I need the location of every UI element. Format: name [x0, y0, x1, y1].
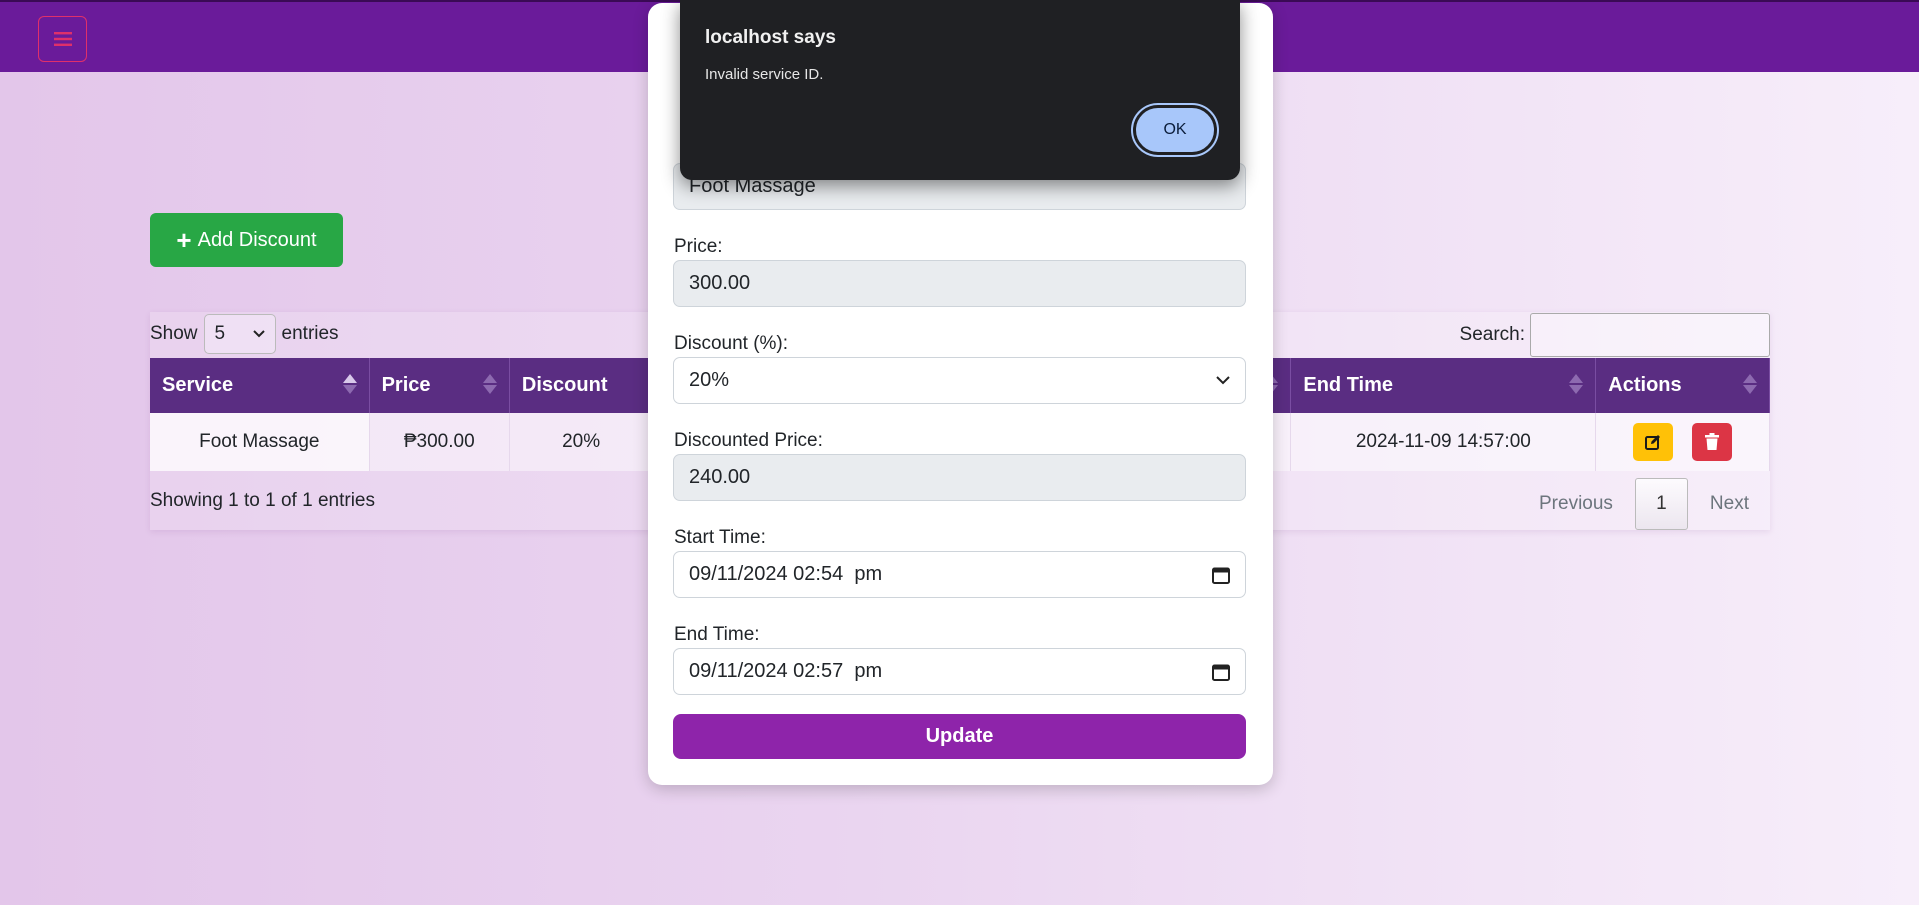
- start-time-value: 09/11/2024 02:54 pm: [689, 563, 883, 585]
- entries-label: entries: [281, 323, 339, 344]
- add-discount-button[interactable]: + Add Discount: [150, 213, 343, 267]
- discounted-price-field[interactable]: 240.00: [673, 454, 1246, 501]
- entries-length-control: Show 5 entries: [150, 314, 339, 354]
- hamburger-menu-button[interactable]: [38, 16, 87, 62]
- column-header-discount[interactable]: Discount: [509, 358, 654, 413]
- browser-alert-dialog: localhost says Invalid service ID. OK: [680, 0, 1240, 180]
- page-1-button[interactable]: 1: [1634, 478, 1688, 530]
- cell-discount: 20%: [509, 413, 654, 471]
- search-input[interactable]: [1530, 313, 1770, 357]
- plus-icon: +: [176, 225, 192, 255]
- discount-label: Discount (%):: [674, 333, 789, 354]
- search-label: Search:: [1459, 324, 1525, 345]
- discount-select[interactable]: 20%: [673, 357, 1246, 404]
- price-value: 300.00: [689, 272, 751, 294]
- chevron-down-icon: [1216, 376, 1230, 385]
- start-time-input[interactable]: 09/11/2024 02:54 pm: [673, 551, 1246, 598]
- calendar-icon[interactable]: [1212, 663, 1230, 681]
- price-label: Price:: [674, 236, 723, 257]
- column-header-actions[interactable]: Actions: [1595, 358, 1770, 413]
- discounted-price-label: Discounted Price:: [674, 430, 823, 451]
- cell-end-time: 2024-11-09 14:57:00: [1290, 413, 1597, 471]
- cell-actions: [1595, 413, 1770, 471]
- next-page-button[interactable]: Next: [1688, 493, 1771, 515]
- sort-icon: [1569, 374, 1584, 394]
- price-field[interactable]: 300.00: [673, 260, 1246, 307]
- edit-button[interactable]: [1633, 423, 1673, 461]
- discounted-price-value: 240.00: [689, 466, 751, 488]
- calendar-icon[interactable]: [1212, 566, 1230, 584]
- show-label: Show: [150, 323, 198, 344]
- entries-select-value: 5: [214, 323, 226, 344]
- hamburger-icon: [53, 32, 72, 46]
- entries-select[interactable]: 5: [203, 314, 276, 354]
- trash-icon: [1705, 433, 1720, 450]
- cell-service: Foot Massage: [150, 413, 370, 471]
- start-time-label: Start Time:: [674, 527, 766, 548]
- alert-ok-button[interactable]: OK: [1131, 103, 1219, 157]
- sort-icon: [1743, 374, 1757, 394]
- search-control: Search:: [1460, 313, 1770, 357]
- update-button[interactable]: Update: [673, 714, 1246, 759]
- delete-button[interactable]: [1692, 423, 1733, 461]
- previous-page-button[interactable]: Previous: [1517, 493, 1635, 515]
- alert-message: Invalid service ID.: [705, 66, 824, 83]
- edit-icon: [1645, 435, 1660, 450]
- table-info: Showing 1 to 1 of 1 entries: [150, 490, 375, 511]
- alert-title: localhost says: [705, 27, 836, 48]
- end-time-label: End Time:: [674, 624, 760, 645]
- sort-icon: [482, 374, 497, 394]
- chevron-down-icon: [252, 330, 265, 338]
- column-header-price[interactable]: Price: [369, 358, 510, 413]
- sort-icon: [342, 374, 357, 394]
- column-header-service[interactable]: Service: [150, 358, 370, 413]
- add-discount-label: Add Discount: [197, 228, 317, 251]
- cell-price: ₱300.00: [369, 413, 510, 471]
- pagination: Previous 1 Next: [1517, 478, 1771, 530]
- end-time-input[interactable]: 09/11/2024 02:57 pm: [673, 648, 1246, 695]
- column-header-end-time[interactable]: End Time: [1290, 358, 1597, 413]
- end-time-value: 09/11/2024 02:57 pm: [689, 660, 883, 682]
- discount-value: 20%: [689, 369, 730, 391]
